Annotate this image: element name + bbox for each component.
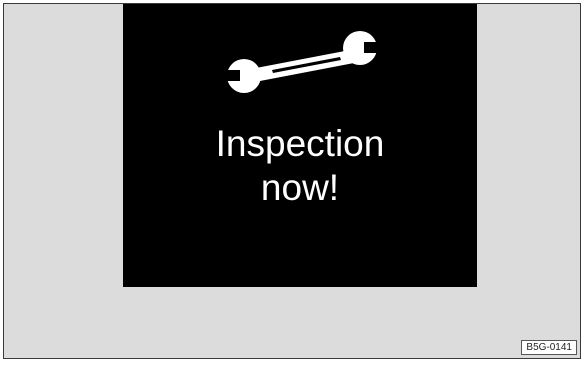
message-line-1: Inspection [215,123,385,164]
wrench-icon [222,31,382,93]
inspection-message: Inspection now! [123,122,477,210]
figure-frame: Inspection now! B5G-0141 [3,3,581,359]
instrument-display: Inspection now! [123,4,477,287]
figure-reference-code: B5G-0141 [521,340,577,355]
message-line-2: now! [260,167,340,208]
